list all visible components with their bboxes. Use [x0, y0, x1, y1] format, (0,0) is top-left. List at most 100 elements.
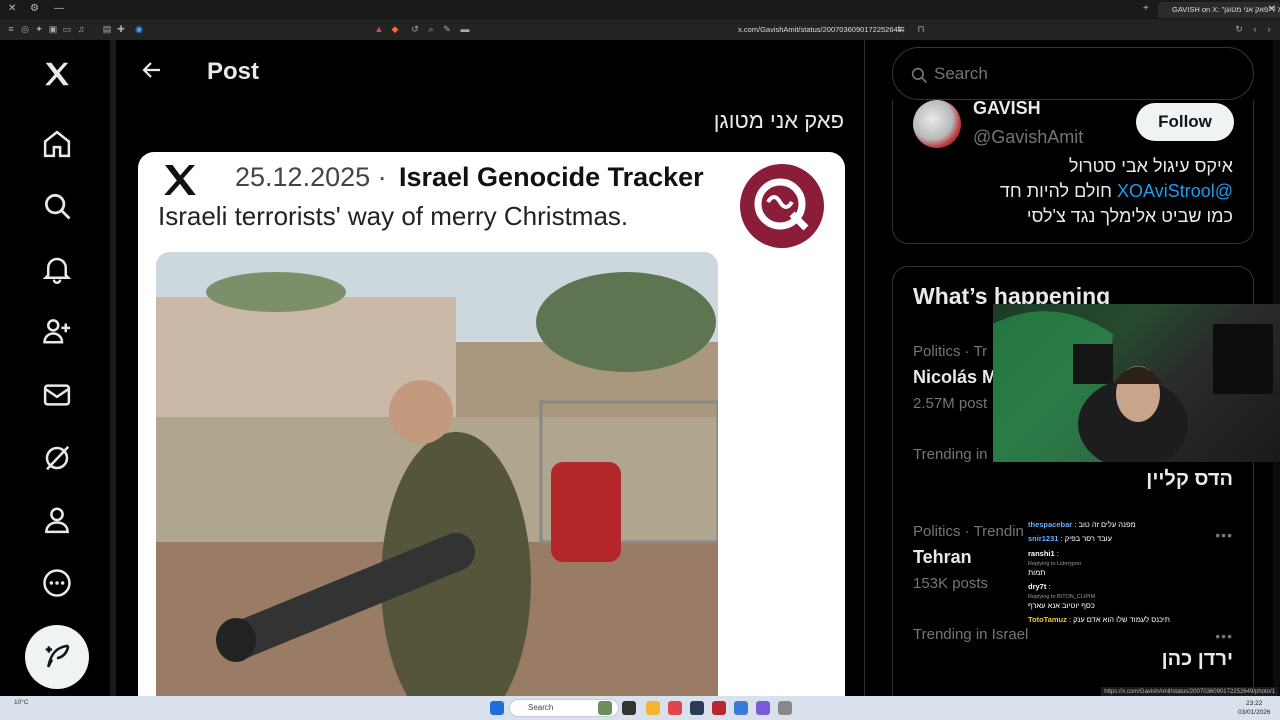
brave-shield-icon[interactable]: ◆	[390, 24, 400, 34]
chat-username: snir1231	[1028, 534, 1059, 543]
more-icon[interactable]	[40, 566, 74, 600]
extension-icon[interactable]: ✦	[34, 24, 44, 34]
browser-tab[interactable]: GAVISH on X: "פאק אני מטוגן" / X ✕	[1158, 2, 1280, 18]
chat-username: ranshi1	[1028, 549, 1055, 558]
taskbar: 10°C Search 23:22 03/01/2026	[0, 696, 1280, 720]
chat-message: TotoTamuz : תיכנס לעמוד שלו הוא אדם ענק	[1028, 615, 1170, 624]
profile-icon[interactable]	[40, 503, 74, 537]
bio-line: כמו שביט אלימלך נגד צ'לסי	[1026, 206, 1233, 226]
tab-icon[interactable]: ▤	[102, 24, 112, 34]
trend-meta: Politics · Tr	[913, 343, 988, 360]
close-tab-icon[interactable]: ✕	[1268, 2, 1276, 18]
system-clock[interactable]: 23:22 03/01/2026	[1238, 699, 1271, 717]
sidebar-icon[interactable]: ▭	[62, 24, 72, 34]
file-explorer-icon[interactable]	[646, 701, 660, 715]
music-icon[interactable]: ♫	[76, 24, 86, 34]
zoom-icon[interactable]: ⌕	[426, 24, 436, 34]
forward-nav-icon[interactable]: ›	[1264, 24, 1274, 34]
clock-time: 23:22	[1246, 700, 1263, 707]
search-highlight-icon[interactable]	[598, 701, 612, 715]
grok-icon[interactable]	[40, 441, 74, 475]
trend-meta: Trending in Israel	[913, 626, 1029, 643]
compose-post-button[interactable]	[25, 625, 89, 689]
chat-text: כסף יוטיוב אנא עארף	[1028, 601, 1095, 610]
post-media[interactable]: 25.12.2025 · Israel Genocide Tracker Isr…	[138, 152, 845, 696]
profile-handle[interactable]: @GavishAmit	[973, 127, 1083, 148]
webcam-overlay	[993, 304, 1280, 462]
trend-count: 153K posts	[913, 575, 989, 592]
chat-username: TotoTamuz	[1028, 615, 1067, 624]
weather-widget[interactable]: 10°C	[14, 699, 29, 707]
bio-line: איקס עיגול אבי סטרול	[1068, 156, 1233, 176]
task-view-icon[interactable]	[622, 701, 636, 715]
soldier-photo	[156, 252, 718, 696]
back-nav-icon[interactable]: ‹	[1250, 24, 1260, 34]
new-tab-icon[interactable]: +	[1143, 3, 1149, 14]
shield-icon[interactable]: ◎	[20, 24, 30, 34]
chat-text: תמות	[1028, 568, 1046, 577]
edit-icon[interactable]: ✎	[442, 24, 452, 34]
windows-start-icon[interactable]	[490, 701, 504, 715]
reload-icon[interactable]: ↻	[1234, 24, 1244, 34]
scrollbar[interactable]	[110, 40, 116, 696]
trend-name[interactable]: Tehran	[913, 547, 972, 568]
search-icon[interactable]	[40, 189, 74, 223]
chat-text: מפנה עלים זה טוב	[1078, 520, 1136, 529]
tab-strip: ✕ ⚙ — + GAVISH on X: "פאק אני מטוגן" / X…	[0, 0, 1280, 19]
browser-chrome: ✕ ⚙ — + GAVISH on X: "פאק אני מטוגן" / X…	[0, 0, 1280, 40]
brave-browser-icon[interactable]	[668, 701, 682, 715]
chat-message: dry7t :	[1028, 582, 1051, 591]
page-title: Post	[207, 58, 260, 85]
brave-alert-icon[interactable]: ▲	[374, 24, 384, 34]
bio-text: חולם להיות חד	[999, 181, 1117, 201]
mention-link[interactable]: @XOAviStrool	[1117, 181, 1233, 201]
chat-message: thespacebar : מפנה עלים זה טוב	[1028, 520, 1136, 529]
stream-chat: thespacebar : מפנה עלים זה טוב snir1231 …	[1028, 519, 1278, 629]
steam-icon[interactable]	[690, 701, 704, 715]
address-row: ≡ ◎ ✦ ▣ ▭ ♫ ▤ ✚ ◉ ▲ ◆ ↺ ⌕ ✎ ▬ x.com/Gavi…	[0, 20, 1280, 40]
translate-icon[interactable]: ⇆	[896, 24, 906, 34]
chat-message: ranshi1 :	[1028, 549, 1059, 558]
search-box[interactable]: Search	[892, 47, 1254, 100]
tab-title: GAVISH on X: "פאק אני מטוגן" / X	[1172, 5, 1280, 14]
x-logo-icon[interactable]	[40, 57, 74, 91]
url-bar[interactable]: x.com/GavishAmit/status/2007036090172252…	[738, 25, 902, 34]
trend-name[interactable]: הדס קליין	[1146, 468, 1233, 491]
left-navigation	[0, 40, 112, 696]
media-caption: Israeli terrorists' way of merry Christm…	[158, 201, 629, 231]
bell-icon[interactable]	[40, 252, 74, 286]
app-icon[interactable]	[734, 701, 748, 715]
communities-icon[interactable]	[40, 314, 74, 348]
feather-plus-icon	[45, 644, 70, 668]
profile-bio: איקס עיגול אבי סטרול @XOAviStrool חולם ל…	[913, 154, 1233, 229]
weather-temp: 10°C	[14, 699, 29, 706]
trend-name[interactable]: ירדן כהן	[1162, 648, 1233, 671]
search-icon	[911, 67, 928, 84]
mail-icon[interactable]	[40, 378, 74, 412]
close-window-icon[interactable]: ✕	[8, 3, 16, 14]
bookmark-page-icon[interactable]: ⊓	[916, 24, 926, 34]
settings-icon[interactable]: ⚙	[30, 3, 39, 14]
trend-more-icon[interactable]: •••	[1215, 628, 1233, 644]
taskbar-search-label: Search	[528, 703, 554, 712]
trend-count: 2.57M post	[913, 395, 988, 412]
back-arrow-icon[interactable]	[140, 58, 166, 84]
minimize-icon[interactable]: —	[54, 3, 64, 14]
x-logo-icon	[164, 165, 196, 195]
menu-icon[interactable]: ≡	[6, 24, 16, 34]
app-icon[interactable]	[712, 701, 726, 715]
home-icon[interactable]	[40, 127, 74, 161]
reader-icon[interactable]: ↺	[410, 24, 420, 34]
wifi-icon[interactable]: ◉	[134, 24, 144, 34]
settings-icon[interactable]	[778, 701, 792, 715]
bookmark-icon[interactable]: ▣	[48, 24, 58, 34]
chat-username: thespacebar	[1028, 520, 1073, 529]
screenshot-icon[interactable]: ▬	[460, 24, 470, 34]
discord-icon[interactable]	[756, 701, 770, 715]
media-date: 25.12.2025 ·	[235, 162, 387, 192]
profile-name[interactable]: GAVISH	[973, 98, 1041, 119]
puzzle-icon[interactable]: ✚	[116, 24, 126, 34]
follow-button[interactable]: Follow	[1136, 103, 1234, 141]
trend-name[interactable]: Nicolás M	[913, 367, 997, 388]
avatar[interactable]	[913, 100, 961, 148]
